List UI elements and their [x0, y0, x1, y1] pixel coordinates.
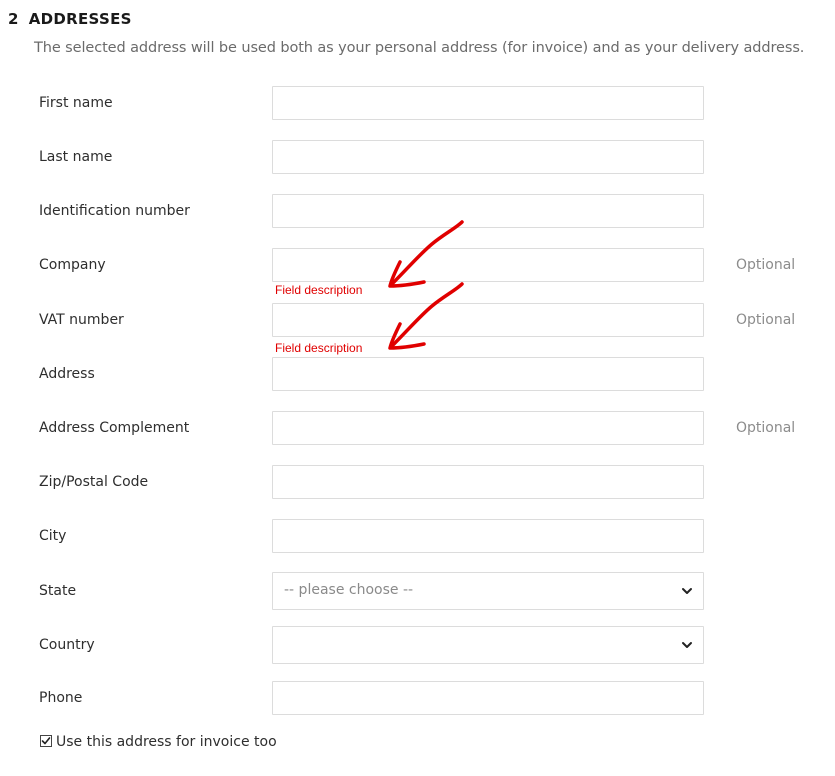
invoice-checkbox[interactable] [40, 735, 52, 747]
red-arrow-icon [388, 282, 464, 350]
country-select[interactable] [272, 626, 704, 664]
state-label: State [39, 583, 77, 599]
form-row-phone: Phone [0, 681, 835, 717]
form-row-last-name: Last name [0, 140, 835, 176]
section-number: 2 [8, 10, 19, 28]
section-title: ADDRESSES [28, 10, 132, 28]
vat-number-optional-hint: Optional [736, 312, 796, 328]
section-intro: The selected address will be used both a… [34, 40, 805, 56]
form-row-first-name: First name [0, 86, 835, 122]
invoice-checkbox-row[interactable]: Use this address for invoice too [40, 734, 277, 750]
section-heading: 2 ADDRESSES [8, 10, 132, 28]
chevron-down-icon [682, 642, 692, 648]
state-select[interactable]: -- please choose -- [272, 572, 704, 610]
country-label: Country [39, 637, 95, 653]
first-name-label: First name [39, 95, 113, 111]
identification-number-input[interactable] [272, 194, 704, 228]
city-label: City [39, 528, 67, 544]
form-row-address: Address [0, 357, 835, 393]
address-label: Address [39, 366, 95, 382]
city-input[interactable] [272, 519, 704, 553]
phone-label: Phone [39, 690, 83, 706]
vat-number-input[interactable] [272, 303, 704, 337]
form-row-state: State -- please choose -- [0, 572, 835, 610]
form-row-address-complement: Address Complement Optional [0, 411, 835, 447]
last-name-input[interactable] [272, 140, 704, 174]
zip-label: Zip/Postal Code [39, 474, 149, 490]
phone-input[interactable] [272, 681, 704, 715]
zip-input[interactable] [272, 465, 704, 499]
form-row-city: City [0, 519, 835, 555]
company-optional-hint: Optional [736, 257, 796, 273]
checkmark-icon [41, 737, 51, 745]
chevron-down-icon [682, 588, 692, 594]
vat-number-label: VAT number [39, 312, 124, 328]
address-complement-optional-hint: Optional [736, 420, 796, 436]
company-label: Company [39, 257, 106, 273]
form-row-country: Country [0, 626, 835, 664]
identification-number-label: Identification number [39, 203, 190, 219]
first-name-input[interactable] [272, 86, 704, 120]
last-name-label: Last name [39, 149, 113, 165]
invoice-checkbox-label: Use this address for invoice too [56, 734, 277, 750]
vat-number-field-description: Field description [275, 341, 363, 355]
form-row-zip: Zip/Postal Code [0, 465, 835, 501]
address-complement-label: Address Complement [39, 420, 190, 436]
state-selected-value: -- please choose -- [284, 582, 414, 598]
address-input[interactable] [272, 357, 704, 391]
company-input[interactable] [272, 248, 704, 282]
company-field-description: Field description [275, 283, 363, 297]
address-complement-input[interactable] [272, 411, 704, 445]
